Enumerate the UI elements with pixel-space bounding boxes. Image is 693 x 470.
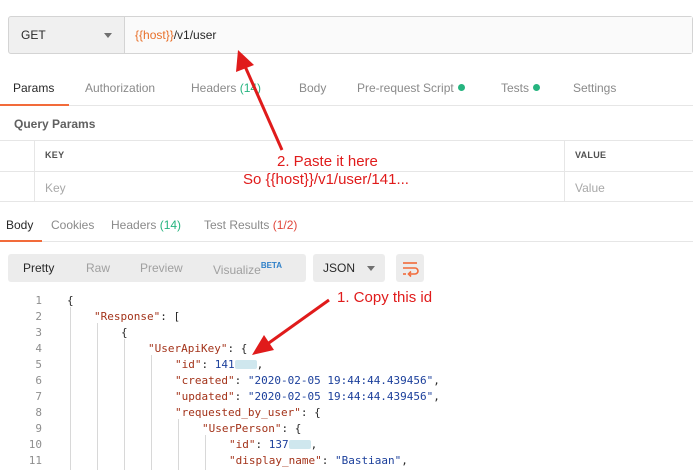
headers-count: (14): [239, 81, 262, 95]
response-body-viewer[interactable]: 1{ 2 "Response": [ 3{ 4 "UserApiKey": { 5 "…: [0, 293, 693, 470]
redacted-value: [288, 440, 311, 449]
url-input[interactable]: {{host}}/v1/user: [125, 17, 692, 53]
tab-tests[interactable]: Tests: [501, 81, 541, 95]
active-tab-indicator: [0, 104, 69, 106]
redacted-value: [234, 360, 257, 369]
active-tab-indicator: [0, 240, 42, 242]
preview-button[interactable]: Preview: [140, 261, 183, 275]
status-dot-icon: [457, 84, 465, 91]
chevron-down-icon: [104, 32, 112, 38]
tab-authorization[interactable]: Authorization: [85, 81, 155, 95]
response-headers-count: (14): [159, 218, 182, 232]
code-line: 10 "id": 137,: [28, 438, 318, 451]
request-tabs: Params Authorization Headers (14) Body P…: [0, 70, 693, 106]
code-line: 5 "id": 141,: [35, 358, 264, 371]
url-host-variable: {{host}}: [135, 28, 174, 42]
annotation-copy: 1. Copy this id: [337, 289, 433, 306]
response-tabs: Body Cookies Headers (14) Test Results (…: [0, 210, 693, 242]
beta-badge: BETA: [260, 261, 282, 270]
status-dot-icon: [533, 84, 541, 91]
code-line: 11 "display_name": "Bastiaan",: [28, 454, 408, 467]
format-label: JSON: [323, 261, 356, 275]
tab-pre-request-script[interactable]: Pre-request Script: [357, 81, 465, 95]
tab-response-body[interactable]: Body: [6, 218, 33, 232]
tab-response-headers[interactable]: Headers (14): [111, 218, 181, 232]
code-line: 3{: [35, 326, 128, 339]
code-line: 6 "created": "2020-02-05 19:44:44.439456"…: [35, 374, 440, 387]
tab-headers[interactable]: Headers (14): [191, 81, 261, 95]
annotation-paste-line2: So {{host}}/v1/user/141...: [243, 171, 409, 188]
query-params-title: Query Params: [14, 117, 96, 131]
request-bar: GET {{host}}/v1/user: [8, 16, 693, 54]
visualize-button[interactable]: VisualizeBETA: [213, 261, 282, 277]
format-select[interactable]: JSON: [313, 254, 385, 282]
code-line: 2 "Response": [: [35, 310, 181, 323]
tab-test-results[interactable]: Test Results (1/2): [204, 218, 297, 232]
user-api-key-id: 141: [214, 358, 235, 371]
param-value-input[interactable]: Value: [565, 172, 693, 201]
tab-body[interactable]: Body: [299, 81, 326, 95]
annotation-paste-line1: 2. Paste it here: [277, 153, 378, 170]
pretty-button[interactable]: Pretty: [23, 261, 54, 275]
tab-settings[interactable]: Settings: [573, 81, 616, 95]
value-column-header: VALUE: [575, 150, 607, 160]
raw-button[interactable]: Raw: [86, 261, 110, 275]
url-path: /v1/user: [173, 28, 217, 42]
code-line: 7 "updated": "2020-02-05 19:44:44.439456"…: [35, 390, 440, 403]
method-label: GET: [21, 28, 46, 42]
tab-cookies[interactable]: Cookies: [51, 218, 94, 232]
tab-params[interactable]: Params: [13, 81, 54, 95]
wrap-lines-button[interactable]: [396, 254, 424, 282]
chevron-down-icon: [367, 266, 375, 271]
view-mode-group: Pretty Raw Preview VisualizeBETA: [8, 254, 306, 282]
wrap-icon: [403, 262, 419, 278]
code-line: 4 "UserApiKey": {: [35, 342, 248, 355]
method-select[interactable]: GET: [9, 17, 125, 53]
code-line: 9 "UserPerson": {: [35, 422, 302, 435]
code-line: 8 "requested_by_user": {: [35, 406, 321, 419]
test-results-count: (1/2): [272, 218, 298, 232]
